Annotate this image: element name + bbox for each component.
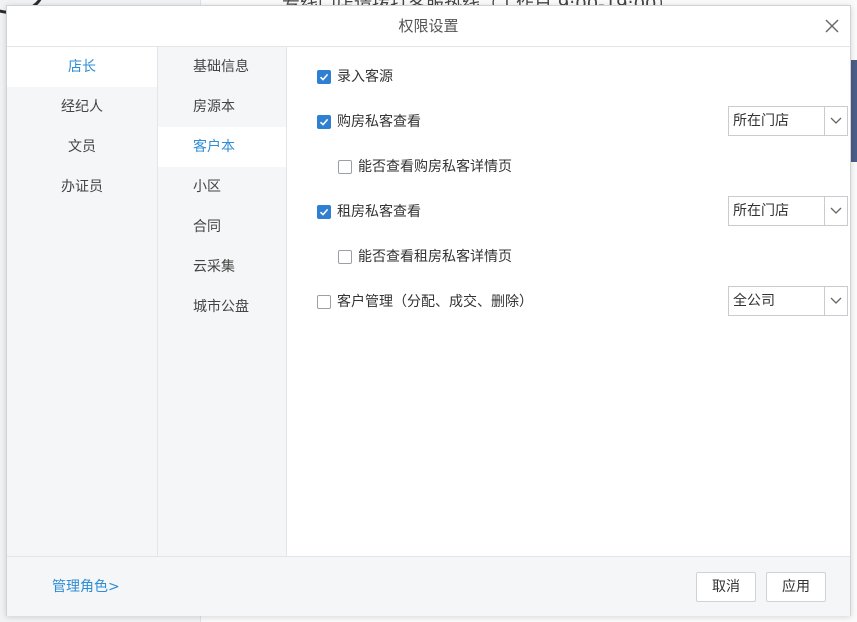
role-item-clerk[interactable]: 文员 xyxy=(7,127,157,167)
permission-label: 能否查看购房私客详情页 xyxy=(358,159,512,175)
permission-label: 能否查看租房私客详情页 xyxy=(358,249,512,265)
checkbox-customer-management[interactable] xyxy=(317,295,331,309)
module-item-city-pool[interactable]: 城市公盘 xyxy=(158,287,286,327)
permission-label: 录入客源 xyxy=(337,69,393,85)
chevron-down-icon xyxy=(830,297,842,304)
scope-select-customer-management[interactable]: 全公司 xyxy=(728,286,848,316)
check-icon xyxy=(319,73,329,81)
dialog-title: 权限设置 xyxy=(398,17,459,35)
module-item-contracts[interactable]: 合同 xyxy=(158,207,286,247)
checkbox-buy-private-view[interactable] xyxy=(317,115,331,129)
checkbox-buy-private-detail[interactable] xyxy=(338,160,352,174)
select-value: 全公司 xyxy=(733,293,775,309)
permission-settings-dialog: 权限设置 店长 经纪人 文员 办证员 基础信息 房源本 客户本 小区 合同 云采… xyxy=(6,5,851,616)
permission-row: 客户管理（分配、成交、删除） 全公司 xyxy=(287,286,850,317)
permission-row: 购房私客查看 所在门店 xyxy=(287,106,850,137)
module-item-cloud-collect[interactable]: 云采集 xyxy=(158,247,286,287)
check-icon xyxy=(319,208,329,216)
permission-row: 租房私客查看 所在门店 xyxy=(287,196,850,227)
role-item-agent[interactable]: 经纪人 xyxy=(7,87,157,127)
cancel-button[interactable]: 取消 xyxy=(696,572,756,602)
permission-label: 客户管理（分配、成交、删除） xyxy=(337,294,533,310)
dialog-header: 权限设置 xyxy=(7,6,850,47)
select-arrow xyxy=(824,107,847,135)
permission-label: 购房私客查看 xyxy=(337,114,421,130)
permission-row: 能否查看购房私客详情页 xyxy=(287,152,850,182)
close-button[interactable] xyxy=(822,16,842,36)
role-list: 店长 经纪人 文员 办证员 xyxy=(7,47,158,556)
scope-select-rent-private[interactable]: 所在门店 xyxy=(728,196,848,226)
permission-panel: 录入客源 购房私客查看 所在门店 能否查看购房私客详情页 租房私客查看 所在门店… xyxy=(287,47,850,556)
manage-roles-link[interactable]: 管理角色> xyxy=(52,557,120,617)
role-item-certificate-officer[interactable]: 办证员 xyxy=(7,167,157,207)
checkbox-add-customer[interactable] xyxy=(317,70,331,84)
close-icon xyxy=(825,19,839,33)
chevron-down-icon xyxy=(830,117,842,124)
select-arrow xyxy=(824,197,847,225)
permission-label: 租房私客查看 xyxy=(337,204,421,220)
checkbox-rent-private-detail[interactable] xyxy=(338,250,352,264)
apply-button[interactable]: 应用 xyxy=(766,572,826,602)
chevron-down-icon xyxy=(830,207,842,214)
select-value: 所在门店 xyxy=(733,203,789,219)
select-arrow xyxy=(824,287,847,315)
check-icon xyxy=(319,118,329,126)
module-item-basic-info[interactable]: 基础信息 xyxy=(158,47,286,87)
select-value: 所在门店 xyxy=(733,113,789,129)
dialog-footer: 管理角色> 取消 应用 xyxy=(7,556,850,616)
module-item-community[interactable]: 小区 xyxy=(158,167,286,207)
module-item-listings[interactable]: 房源本 xyxy=(158,87,286,127)
scope-select-buy-private[interactable]: 所在门店 xyxy=(728,106,848,136)
module-item-customers[interactable]: 客户本 xyxy=(158,127,286,167)
role-item-store-manager[interactable]: 店长 xyxy=(7,47,157,87)
module-list: 基础信息 房源本 客户本 小区 合同 云采集 城市公盘 xyxy=(158,47,287,556)
checkbox-rent-private-view[interactable] xyxy=(317,205,331,219)
background-photo xyxy=(850,60,857,162)
permission-row: 能否查看租房私客详情页 xyxy=(287,242,850,272)
permission-row: 录入客源 xyxy=(287,62,850,92)
